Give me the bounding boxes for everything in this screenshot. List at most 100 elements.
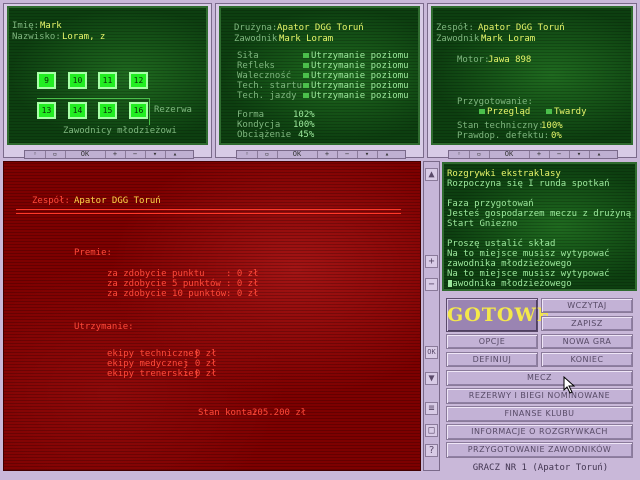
nazwisko-label: Nazwisko: xyxy=(12,32,61,42)
zespol-label: Zespół: xyxy=(32,196,70,206)
skill-label: Waleczność xyxy=(237,71,292,81)
finanse-button[interactable]: FINANSE KLUBU xyxy=(446,406,633,422)
minus-icon[interactable]: − xyxy=(125,151,146,158)
rezerwa-label: Rezerwa xyxy=(154,105,192,115)
imie-label: Imię: xyxy=(12,21,40,31)
down-arrow-icon[interactable]: ▾ xyxy=(357,151,378,158)
utrzymanie-title: Utrzymanie: xyxy=(74,322,134,332)
premia-label: za zdobycie 10 punktów xyxy=(107,289,227,299)
plus-icon[interactable]: + xyxy=(317,151,338,158)
skill-value[interactable]: Utrzymanie poziomu xyxy=(303,61,409,71)
przygotowanie-button[interactable]: PRZYGOTOWANIE ZAWODNIKÓW xyxy=(446,442,633,458)
minus-icon[interactable]: − xyxy=(549,151,570,158)
question-icon[interactable]: ? xyxy=(425,444,438,457)
plus-icon[interactable]: + xyxy=(425,255,438,268)
skill-value[interactable]: Utrzymanie poziomu xyxy=(303,91,409,101)
ok-icon[interactable]: OK xyxy=(425,346,438,359)
plus-icon[interactable]: + xyxy=(105,151,126,158)
message-line: Na to miejsce musisz wytypować xyxy=(447,269,610,279)
divider xyxy=(16,209,401,210)
premia-label: za zdobycie 5 punktów xyxy=(107,279,221,289)
gotowe-button[interactable]: GOTOWE xyxy=(446,298,551,332)
slot-9[interactable]: 9 xyxy=(37,72,56,89)
power-icon[interactable]: ◦ xyxy=(25,151,46,158)
premia-value: : 0 zł xyxy=(226,289,259,299)
message-log: Rozgrywki ekstraklasy Rozpoczyna się I r… xyxy=(442,162,637,291)
zapisz-button[interactable]: ZAPISZ xyxy=(541,316,633,331)
down-arrow-icon[interactable]: ▾ xyxy=(145,151,166,158)
przygotowanie-label: Przygotowanie: xyxy=(457,97,533,107)
zawodnik-value: Mark Loram xyxy=(481,34,536,44)
rezerwa-bracket xyxy=(37,98,150,125)
plus-icon[interactable]: + xyxy=(529,151,550,158)
motor-label: Motor: xyxy=(457,55,490,65)
message-line: Na to miejsce musisz wytypować xyxy=(447,249,610,259)
training-panel-controls: ◦ ▫ OK + − ▾ ▴ xyxy=(236,150,406,159)
skill-label: Siła xyxy=(237,51,259,61)
informacje-button[interactable]: INFORMACJE O ROZGRYWKACH xyxy=(446,424,633,440)
up-arrow-icon[interactable]: ▴ xyxy=(589,151,609,158)
bullet-icon xyxy=(303,63,309,68)
zespol-value: Apator DGG Toruń xyxy=(478,23,565,33)
prawdop-defektu-label: Prawdop. defektu: xyxy=(457,131,550,141)
up-arrow-icon[interactable]: ▲ xyxy=(425,168,438,181)
mecz-button[interactable]: MECZ xyxy=(446,370,633,386)
obciazenie-value: 45% xyxy=(298,130,315,140)
down-arrow-icon[interactable]: ▾ xyxy=(569,151,590,158)
player-panel-screen: Imię: Mark Nazwisko: Loram, z 9 10 11 12… xyxy=(7,6,208,145)
zespol-value: Apator DGG Toruń xyxy=(74,196,161,206)
player-panel-controls: ◦ ▫ OK + − ▾ ▴ xyxy=(24,150,194,159)
nowa-gra-button[interactable]: NOWA GRA xyxy=(541,334,633,349)
zawodnicy-mlodziezowi-label: Zawodnicy młodzieżowi xyxy=(63,126,177,136)
opcje-button[interactable]: OPCJE xyxy=(446,334,538,349)
ok-button[interactable]: OK xyxy=(489,151,530,158)
cursor-icon xyxy=(563,376,576,394)
scroll-icon[interactable]: ≡ xyxy=(425,402,438,415)
wczytaj-button[interactable]: WCZYTAJ xyxy=(541,298,633,313)
slot-11[interactable]: 11 xyxy=(98,72,117,89)
power-icon[interactable]: ◦ xyxy=(449,151,470,158)
skill-label: Tech. jazdy xyxy=(237,91,297,101)
rezerwy-button[interactable]: REZERWY I BIEGI NOMINOWANE xyxy=(446,388,633,404)
skill-value[interactable]: Utrzymanie poziomu xyxy=(303,71,409,81)
scroll-icon[interactable]: ▫ xyxy=(45,151,66,158)
message-line: zawodnika młodzieżowego xyxy=(447,259,572,269)
player-panel-frame: Imię: Mark Nazwisko: Loram, z 9 10 11 12… xyxy=(3,3,212,159)
skill-value[interactable]: Utrzymanie poziomu xyxy=(303,81,409,91)
stan-konta-label: Stan konta: xyxy=(198,408,258,418)
koniec-button[interactable]: KONIEC xyxy=(541,352,633,367)
scroll-icon[interactable]: ▫ xyxy=(469,151,490,158)
option-twardy[interactable]: Twardy xyxy=(546,107,587,117)
minus-icon[interactable]: − xyxy=(337,151,358,158)
power-icon[interactable]: ◦ xyxy=(237,151,258,158)
bullet-icon xyxy=(303,93,309,98)
bullet-icon xyxy=(303,83,309,88)
zawodnik-value: Mark Loram xyxy=(279,34,334,44)
minus-icon[interactable]: − xyxy=(425,278,438,291)
skill-value[interactable]: Utrzymanie poziomu xyxy=(303,51,409,61)
slot-10[interactable]: 10 xyxy=(68,72,87,89)
skill-label: Tech. startu xyxy=(237,81,303,91)
up-arrow-icon[interactable]: ▴ xyxy=(377,151,397,158)
motor-panel-controls: ◦ ▫ OK + − ▾ ▴ xyxy=(448,150,618,159)
definiuj-button[interactable]: DEFINIUJ xyxy=(446,352,538,367)
utrzymanie-value: : 0 zł xyxy=(184,349,217,359)
scroll-icon[interactable]: ▫ xyxy=(257,151,278,158)
up-arrow-icon[interactable]: ▴ xyxy=(165,151,185,158)
option-przeglad[interactable]: Przegląd xyxy=(479,107,530,117)
ok-button[interactable]: OK xyxy=(277,151,318,158)
message-line: Start Gniezno xyxy=(447,219,518,229)
kondycja-label: Kondycja xyxy=(237,120,281,130)
square-icon[interactable]: □ xyxy=(425,424,438,437)
training-panel-screen: Drużyna: Apator DGG Toruń Zawodnik: Mark… xyxy=(219,6,420,145)
forma-label: Forma xyxy=(237,110,265,120)
bullet-icon xyxy=(303,73,309,78)
motor-panel-screen: Zespół: Apator DGG Toruń Zawodnik: Mark … xyxy=(431,6,633,145)
kondycja-value: 100% xyxy=(293,120,315,130)
ok-button[interactable]: OK xyxy=(65,151,106,158)
slot-12[interactable]: 12 xyxy=(129,72,148,89)
prawdop-defektu-value: 0% xyxy=(551,131,562,141)
down-arrow-icon[interactable]: ▼ xyxy=(425,372,438,385)
druzyna-label: Drużyna: xyxy=(234,23,278,33)
zawodnik-label: Zawodnik: xyxy=(234,34,283,44)
